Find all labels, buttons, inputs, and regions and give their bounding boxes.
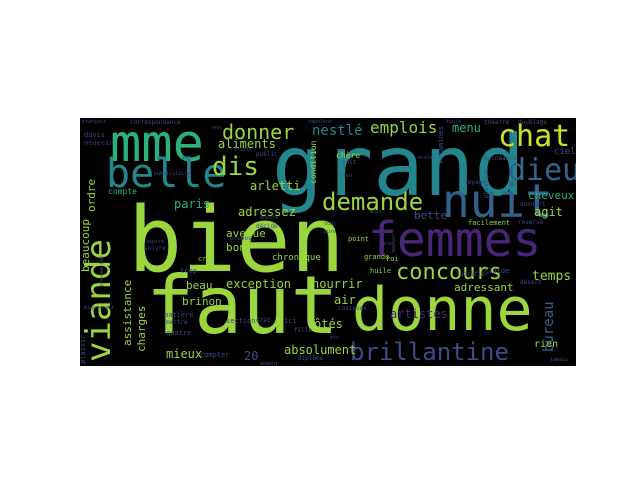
word-plaisir: plaisir (80, 334, 87, 364)
word-suivre: suivre (144, 245, 166, 252)
word-beaucoup: beaucoup (80, 219, 92, 272)
word-non: non (212, 125, 222, 131)
word-mieux: mieux (166, 347, 203, 361)
word-tout: tout (324, 221, 337, 227)
word-encore: encore (260, 215, 279, 221)
word-brillantine: brillantine (350, 338, 509, 366)
word-chronique: chronique (272, 253, 321, 263)
word-point: point (348, 235, 370, 243)
word-ordre: ordre (85, 178, 98, 212)
word-exception: exception (226, 277, 292, 291)
word-cheveux: cheveux (528, 189, 575, 202)
word-aspire: aspire (146, 239, 165, 245)
word-pharmacien: pharmacien (99, 255, 105, 286)
word-20: 20 (244, 349, 259, 363)
word-theatre: théatre (484, 119, 510, 126)
word-paris: paris (174, 197, 211, 211)
word-crus: crus (198, 255, 215, 263)
word-bette: bette (414, 209, 448, 222)
word-cloud: bien faut grand donne femmes mme belle n… (80, 118, 576, 366)
word-foule: foule (446, 119, 462, 125)
word-etc: etc (330, 335, 340, 341)
word-diplome: diplôme (298, 355, 324, 362)
word-cosiques: cosiques (338, 305, 367, 312)
word-public: public (256, 151, 278, 158)
word-condition: condition (309, 140, 318, 184)
word-rien: rien (534, 339, 559, 350)
word-arletti: arletti (250, 179, 301, 193)
word-davis: davis (84, 131, 106, 139)
word-huile: huile (370, 267, 392, 275)
word-reserve: réservé (518, 219, 544, 226)
word-emplois: emplois (370, 118, 438, 137)
word-lubrifier: lubrifier (456, 271, 489, 278)
word-brinon: brinon (182, 295, 222, 308)
word-etat: état (256, 317, 271, 324)
word-balneaire: balnéaire (484, 155, 517, 162)
word-mettre: mettre (166, 319, 188, 326)
word-otes: ôtés (314, 317, 343, 331)
word-adressant: adressant (454, 281, 514, 294)
word-correspondance: correspondance (130, 119, 181, 126)
word-beau: beau (186, 279, 213, 292)
word-fruits: fruits (234, 147, 253, 153)
word-francais: français (82, 119, 107, 125)
word-ici: ici (284, 317, 297, 325)
word-nourrir: nourrir (312, 277, 363, 291)
word-section: section (226, 317, 256, 325)
word-minorerait: minorerait (84, 305, 115, 311)
word-dieu: dieu (508, 153, 576, 188)
word-cuit: cuit (342, 159, 357, 166)
word-moment: moment (260, 361, 279, 367)
word-lieu: lieu (340, 173, 353, 179)
word-decide: décide (256, 223, 278, 230)
word-trop: trop (180, 267, 197, 275)
word-physique: physique (483, 169, 490, 198)
word-gras: gras (382, 241, 395, 247)
word-ciel: ciel (554, 147, 576, 157)
word-facilement: facilement (468, 219, 511, 227)
word-fille: fille (294, 327, 313, 334)
word-pure: pure (324, 229, 337, 235)
word-charges: charges (135, 305, 148, 352)
word-ecole: école (418, 155, 434, 161)
word-dis: dis (212, 152, 259, 182)
word-bon: bon (226, 241, 246, 254)
word-propos: propos (230, 235, 252, 242)
word-nestle: nestlé (312, 123, 363, 139)
word-assistance: assistance (121, 279, 134, 346)
word-napoleon: napoléon (308, 119, 333, 125)
word-desert: désert (520, 279, 542, 286)
word-quatre: quatre (166, 329, 192, 337)
word-doublage: doublage (518, 119, 547, 126)
word-artistes: artistes (390, 307, 448, 321)
word-compter: compter (200, 351, 230, 359)
word-jamais: jamais (550, 357, 569, 363)
word-medecin: médecin (84, 139, 114, 147)
word-compte: compte (108, 187, 137, 196)
word-mois: mois (370, 209, 383, 215)
word-vitamines: vitamines (437, 126, 445, 164)
word-roi: roi (386, 255, 399, 263)
word-donnant: donnant (520, 201, 546, 208)
word-publicitaire: publicitaire (154, 171, 191, 177)
word-matiere: matière (164, 311, 194, 319)
